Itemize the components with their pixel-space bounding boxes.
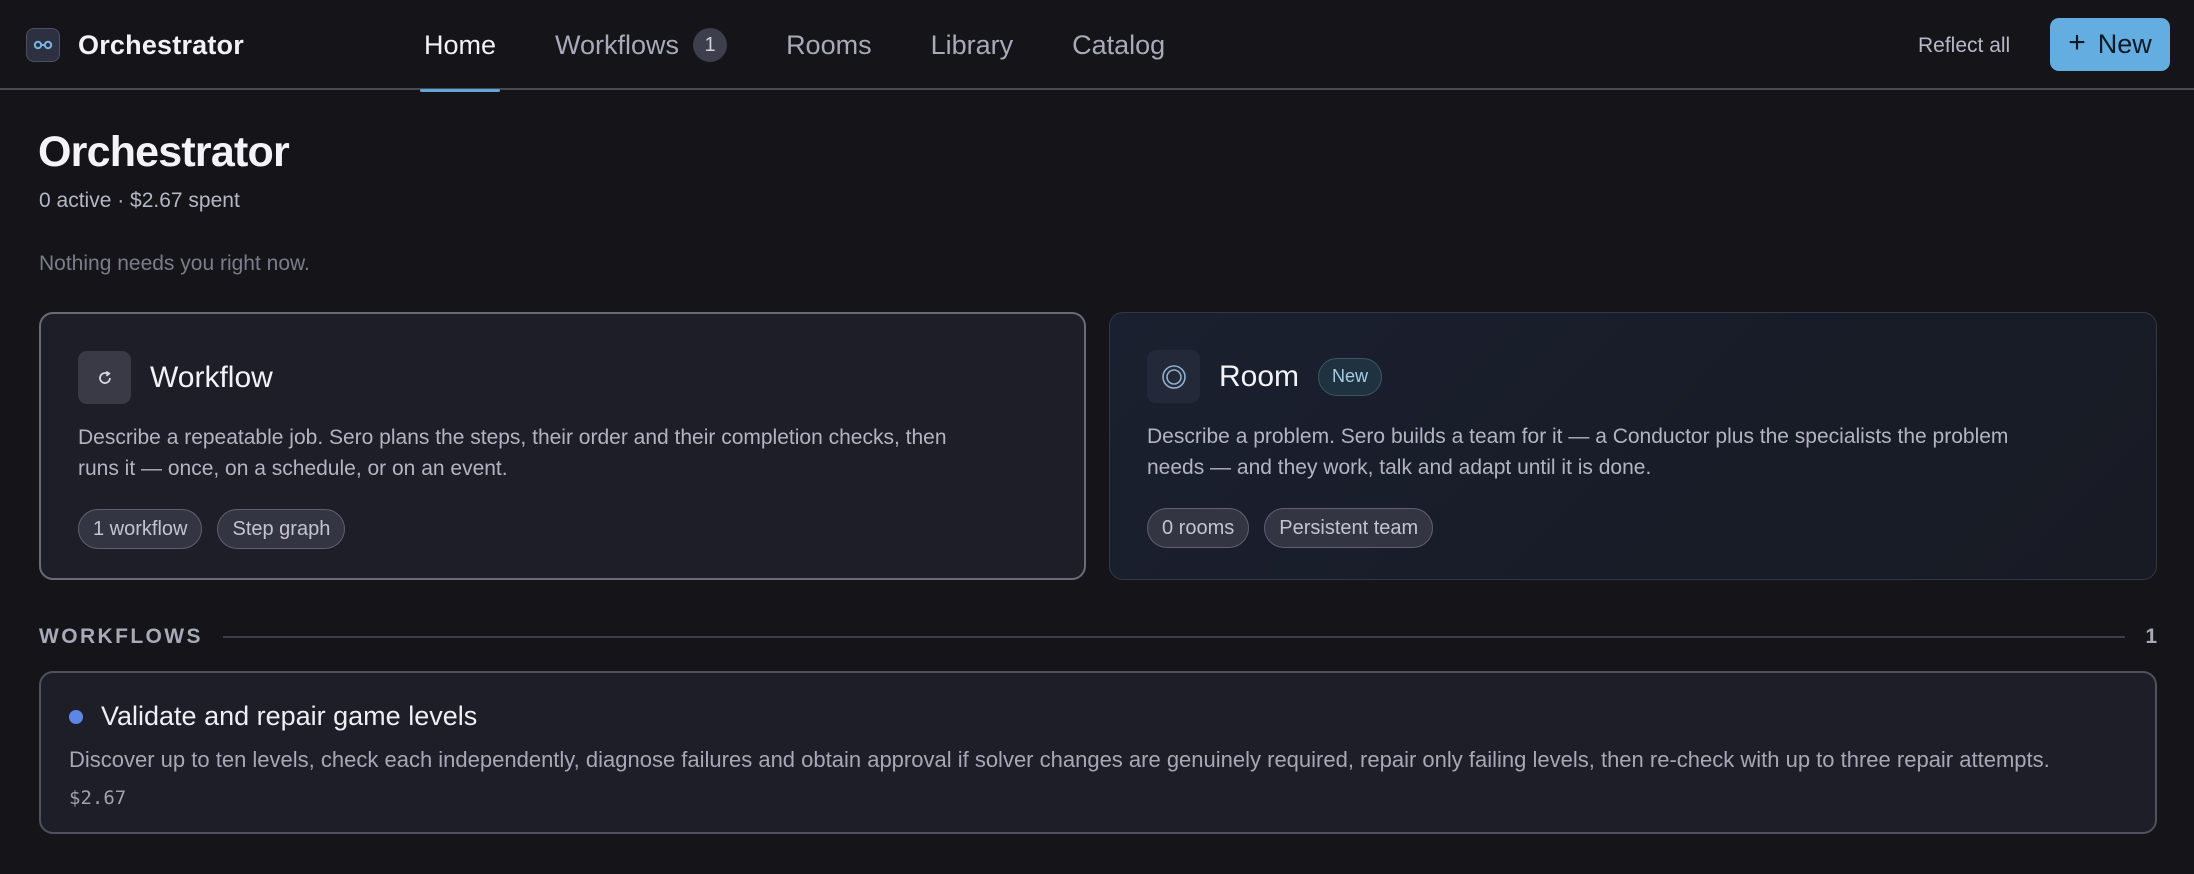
tab-rooms[interactable]: Rooms	[782, 0, 876, 90]
card-description: Describe a repeatable job. Sero plans th…	[78, 426, 947, 480]
section-count: 1	[2145, 625, 2157, 648]
tab-label: Home	[424, 29, 497, 60]
tag-persistent-team: Persistent team	[1264, 508, 1434, 548]
plus-icon: +	[2068, 26, 2086, 59]
card-title: Room	[1219, 359, 1300, 393]
tab-label: Workflows	[555, 29, 680, 60]
card-tags: 1 workflow Step graph	[78, 509, 1047, 549]
refresh-icon	[78, 351, 131, 404]
tag-workflow-count: 1 workflow	[78, 509, 203, 549]
tab-label: Catalog	[1072, 29, 1166, 60]
page-stats: 0 active · $2.67 spent	[39, 189, 240, 212]
brand[interactable]: Orchestrator	[26, 26, 244, 64]
new-button[interactable]: + New	[2050, 18, 2170, 71]
workflows-section-header: WORKFLOWS 1	[39, 622, 2157, 652]
workflow-description: Discover up to ten levels, check each in…	[69, 747, 2050, 772]
new-button-label: New	[2097, 29, 2152, 59]
page-title: Orchestrator	[38, 128, 290, 176]
top-bar: Orchestrator Home Workflows 1 Rooms Libr…	[0, 0, 2194, 92]
new-badge: New	[1318, 357, 1383, 396]
room-card[interactable]: Room New Describe a problem. Sero builds…	[1109, 312, 2157, 580]
tag-step-graph: Step graph	[217, 509, 346, 549]
status-dot-icon	[69, 709, 83, 724]
tab-library[interactable]: Library	[927, 0, 1018, 90]
workflow-list-item[interactable]: Validate and repair game levels Discover…	[39, 671, 2157, 834]
tab-label: Rooms	[786, 29, 872, 60]
section-divider	[222, 636, 2126, 638]
workflows-count-badge: 1	[693, 28, 728, 62]
tab-label: Library	[930, 29, 1014, 60]
card-header: Room New	[1147, 350, 2119, 403]
tab-catalog[interactable]: Catalog	[1068, 0, 1169, 90]
main-nav: Home Workflows 1 Rooms Library Catalog	[420, 0, 1220, 92]
orchestrator-logo-icon	[26, 28, 60, 62]
card-header: Workflow	[78, 351, 1047, 404]
card-tags: 0 rooms Persistent team	[1147, 508, 2119, 548]
target-ring-icon	[1147, 350, 1200, 403]
workflow-title-row: Validate and repair game levels	[69, 701, 477, 732]
reflect-all-button[interactable]: Reflect all	[1918, 30, 2010, 62]
tab-home[interactable]: Home	[420, 0, 501, 92]
section-title: WORKFLOWS	[39, 625, 203, 648]
workflow-title: Validate and repair game levels	[101, 701, 478, 731]
workflow-card[interactable]: Workflow Describe a repeatable job. Sero…	[39, 312, 1086, 580]
workflow-cost: $2.67	[69, 787, 127, 809]
tag-room-count: 0 rooms	[1147, 508, 1250, 548]
card-description: Describe a problem. Sero builds a team f…	[1147, 425, 2009, 479]
app-name: Orchestrator	[78, 29, 244, 60]
empty-message: Nothing needs you right now.	[39, 252, 310, 275]
card-title: Workflow	[150, 360, 273, 394]
tab-workflows[interactable]: Workflows 1	[551, 0, 731, 90]
